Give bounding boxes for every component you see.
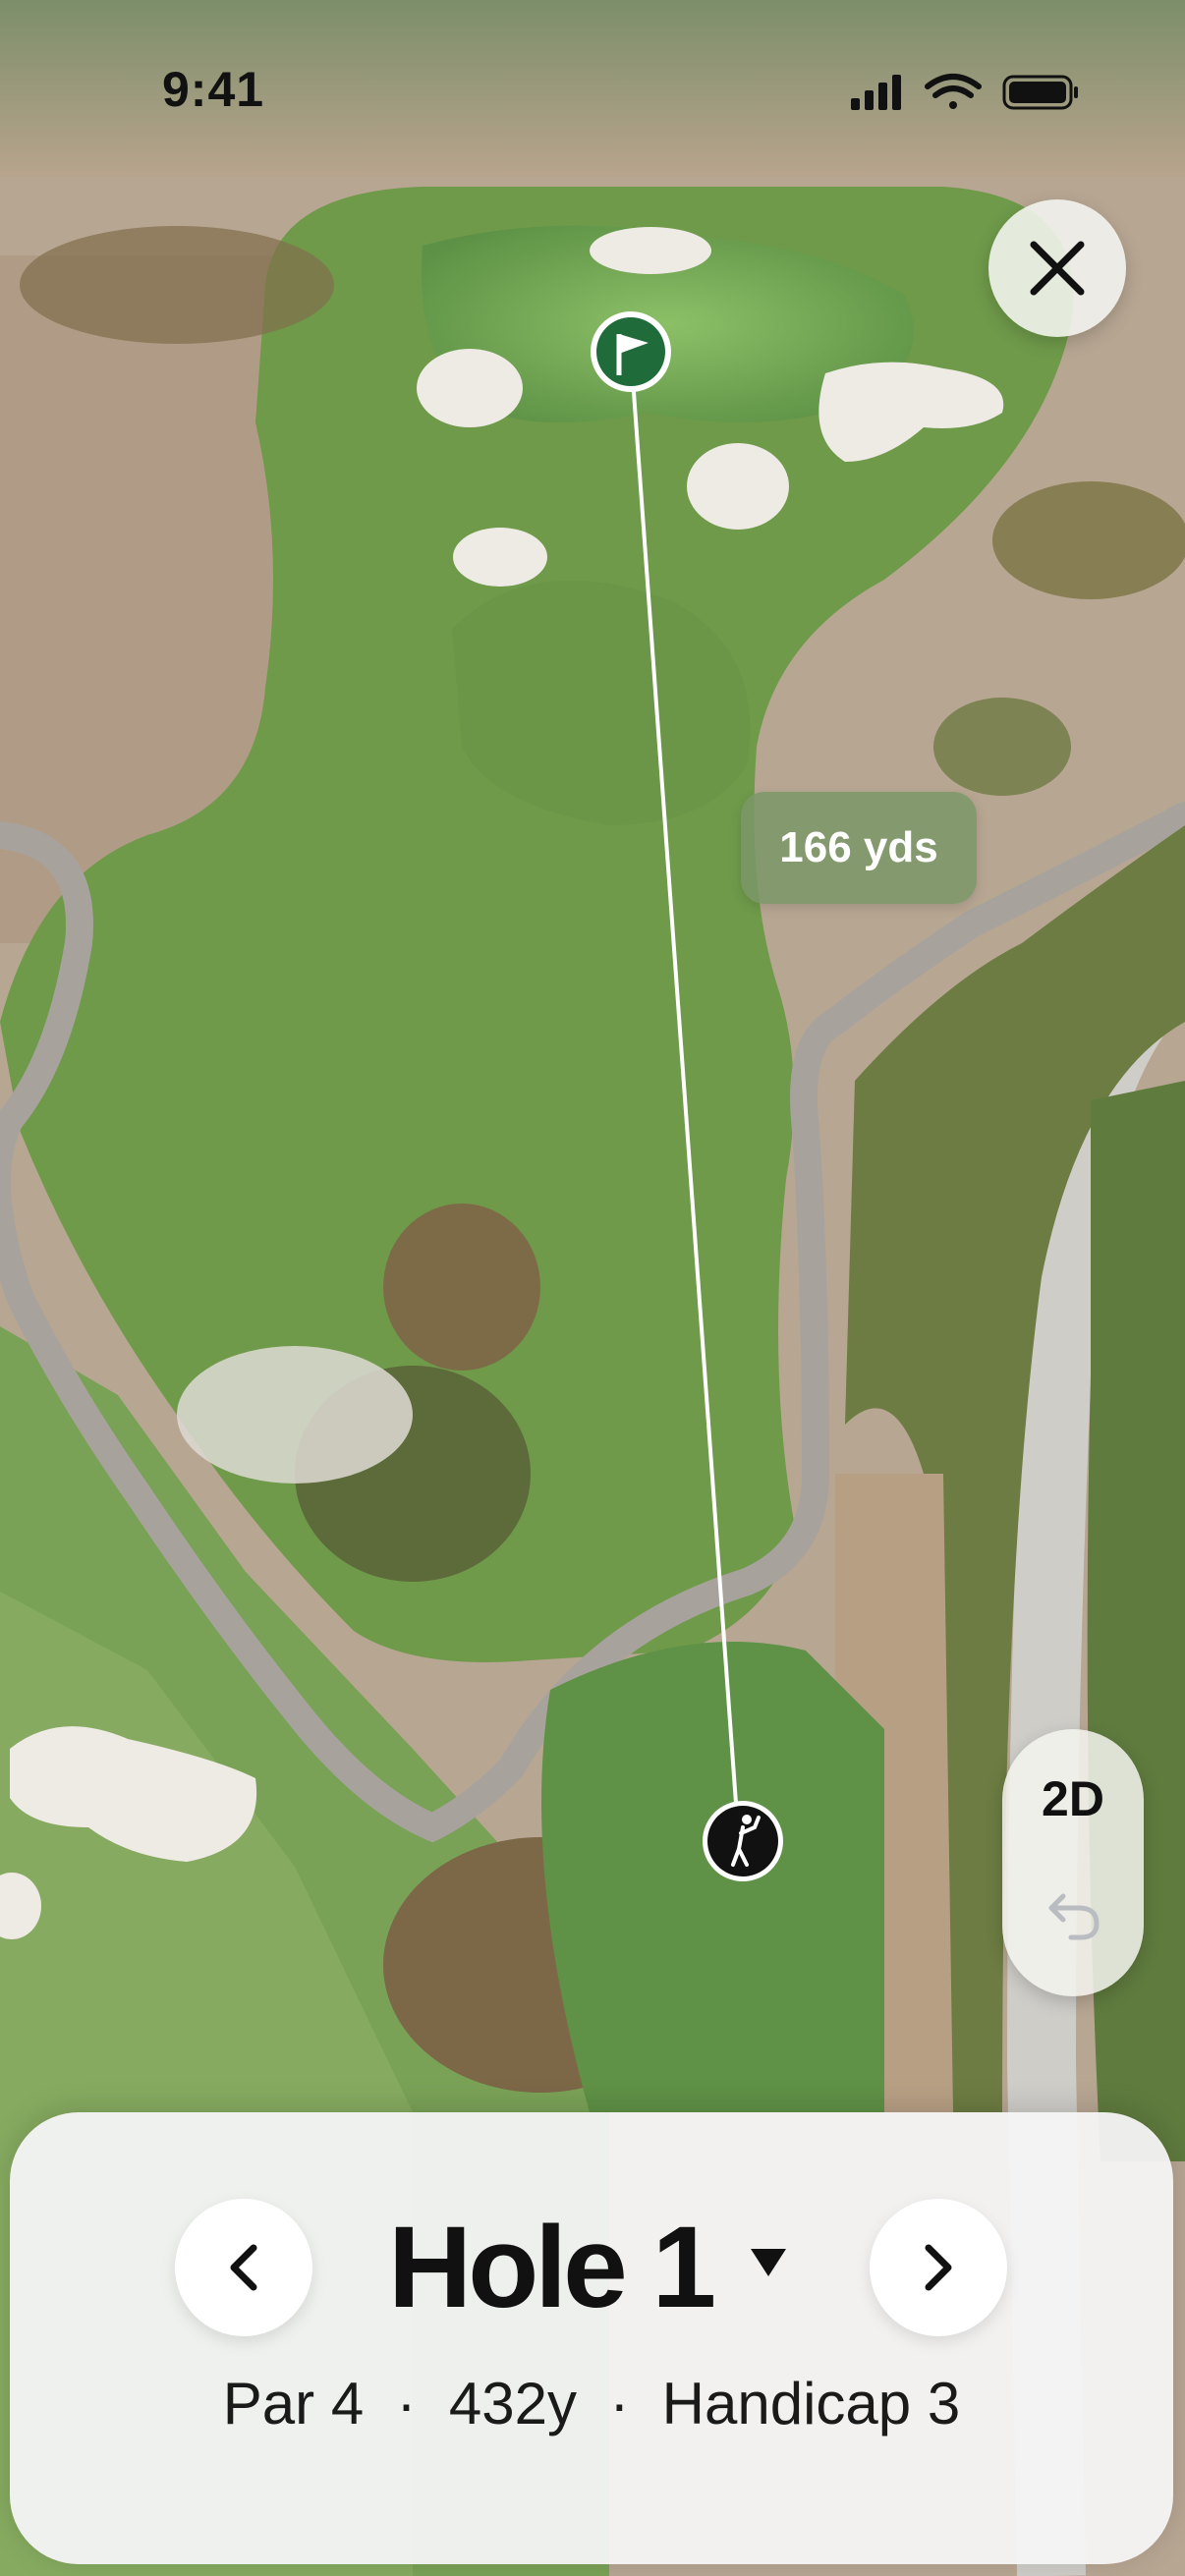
hole-par: Par 4 bbox=[222, 2371, 365, 2436]
map-view-controls: 2D bbox=[1002, 1729, 1144, 1996]
hole-info: Par 4 · 432y · Handicap 3 bbox=[10, 2370, 1173, 2437]
hole-handicap: Handicap 3 bbox=[661, 2371, 961, 2436]
hole-title[interactable]: Hole 1 bbox=[388, 2199, 716, 2336]
hole-panel: Hole 1 Par 4 · 432y · Handicap 3 bbox=[10, 2112, 1173, 2564]
view-mode-2d-button[interactable]: 2D bbox=[1002, 1770, 1144, 1827]
close-button[interactable] bbox=[988, 199, 1126, 337]
golfer-icon bbox=[703, 1801, 783, 1881]
info-separator: · bbox=[609, 2371, 630, 2436]
undo-icon[interactable] bbox=[1045, 1886, 1102, 1943]
wifi-icon bbox=[925, 74, 982, 109]
chevron-right-icon bbox=[925, 2244, 952, 2291]
battery-icon bbox=[1002, 75, 1078, 110]
status-icons bbox=[851, 74, 1078, 110]
flag-icon bbox=[591, 311, 671, 392]
status-bar: 9:41 bbox=[0, 0, 1185, 196]
cellular-signal-icon bbox=[851, 75, 901, 110]
chevron-left-icon bbox=[230, 2244, 257, 2291]
previous-hole-button[interactable] bbox=[175, 2199, 312, 2336]
next-hole-button[interactable] bbox=[870, 2199, 1007, 2336]
distance-label: 166 yds bbox=[741, 792, 977, 904]
hole-yardage: 432y bbox=[448, 2371, 577, 2436]
status-time: 9:41 bbox=[162, 62, 265, 117]
close-icon bbox=[1030, 241, 1085, 296]
info-separator: · bbox=[396, 2371, 417, 2436]
caret-down-icon[interactable] bbox=[747, 2243, 790, 2282]
